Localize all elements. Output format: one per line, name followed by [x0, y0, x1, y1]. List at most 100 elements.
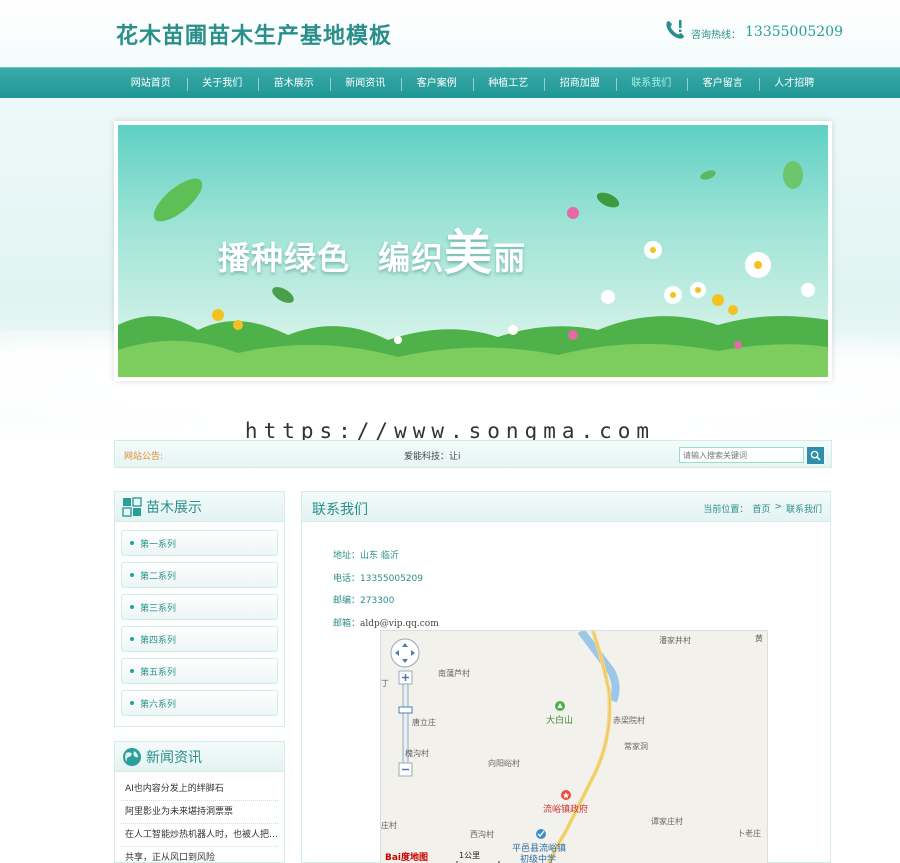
- hotline-label: 咨询热线：: [691, 29, 741, 41]
- product-item[interactable]: 第一系列: [121, 530, 278, 556]
- bullet-icon: [130, 541, 134, 545]
- map-label: 大白山: [546, 716, 574, 726]
- nav-item-about[interactable]: 关于我们: [186, 68, 259, 99]
- nav-item-home[interactable]: 网站首页: [115, 68, 187, 99]
- notice-text[interactable]: 爱能科技：让i: [404, 449, 461, 462]
- product-item-label: 第四系列: [140, 635, 177, 646]
- contact-info: 地址：山东 临沂 电话：13355005209 邮编：273300 邮箱：ald…: [333, 545, 439, 635]
- nav-item-news[interactable]: 新闻资讯: [329, 68, 402, 99]
- news-item[interactable]: 在人工智能炒热机器人时，也被人把…: [121, 824, 278, 847]
- globe-icon: [123, 747, 141, 766]
- contact-panel: 联系我们 当前位置： 首页 > 联系我们 地址：山东 临沂 电话：1335500…: [301, 491, 831, 863]
- slogan-part3: 丽: [493, 239, 527, 277]
- address-value: 山东 临沂: [360, 551, 399, 561]
- nav-item-message[interactable]: 客户留言: [687, 68, 759, 99]
- news-item[interactable]: AI也内容分发上的绊脚石: [121, 778, 278, 801]
- map-label: 槐沟村: [405, 749, 429, 758]
- map-label: 卜老庄: [737, 829, 761, 838]
- banner-slogan: 播种绿色 编织美丽: [218, 213, 526, 283]
- product-item-label: 第六系列: [140, 699, 177, 710]
- products-panel: 苗木展示 第一系列 第二系列 第三系列 第四系列 第五系列 第六系列: [114, 491, 285, 727]
- location-map[interactable]: 潘家井村 黄 南蒲芦村 大白山 赤梁院村 唐立庄 常家洞 槐沟村 向阳峪村 流峪…: [380, 630, 768, 863]
- map-label: 向阳峪村: [488, 759, 520, 768]
- notice-bar: 网站公告: 爱能科技：让i: [114, 440, 832, 468]
- banner: 播种绿色 编织美丽: [114, 121, 832, 381]
- email-value[interactable]: aldp@vip.qq.com: [360, 619, 439, 629]
- breadcrumb-label: 当前位置：: [703, 505, 749, 515]
- zip-label: 邮编：: [333, 596, 361, 606]
- notice-label: 网站公告:: [124, 452, 164, 462]
- contact-panel-header: 联系我们 当前位置： 首页 > 联系我们: [302, 492, 830, 522]
- email-label: 邮箱：: [333, 618, 361, 629]
- breadcrumb-separator: >: [774, 502, 782, 512]
- nav-item-jobs[interactable]: 人才招聘: [758, 68, 831, 99]
- bullet-icon: [130, 605, 134, 609]
- product-item-label: 第一系列: [140, 539, 177, 550]
- phone-row: 电话：13355005209: [333, 568, 439, 591]
- address-row: 地址：山东 临沂: [333, 545, 439, 568]
- search-box: [679, 447, 824, 464]
- site-logo[interactable]: 花木苗圃苗木生产基地模板: [116, 18, 392, 50]
- slogan-big: 美: [444, 225, 494, 281]
- news-item[interactable]: 阿里影业为未来堪持洞票票: [121, 801, 278, 824]
- product-item-label: 第五系列: [140, 667, 177, 678]
- search-button[interactable]: [807, 447, 824, 464]
- map-graphics: [390, 631, 620, 863]
- product-item-label: 第二系列: [140, 571, 177, 582]
- bullet-icon: [130, 701, 134, 705]
- map-label: 流峪镇政府: [543, 805, 589, 815]
- page-title: 联系我们: [312, 502, 368, 518]
- product-item-label: 第三系列: [140, 603, 177, 614]
- slogan-part1: 播种绿色: [218, 239, 351, 277]
- map-label: 庄村: [381, 821, 397, 830]
- breadcrumb: 当前位置： 首页 > 联系我们: [703, 502, 822, 515]
- product-item[interactable]: 第四系列: [121, 626, 278, 652]
- map-label: 初级中学: [520, 855, 557, 863]
- slogan-part2: 编织: [378, 239, 445, 277]
- map-label: 西沟村: [470, 830, 494, 839]
- products-panel-header: 苗木展示: [115, 492, 284, 522]
- bullet-icon: [130, 669, 134, 673]
- products-panel-title: 苗木展示: [146, 499, 202, 516]
- search-input[interactable]: [679, 447, 804, 463]
- breadcrumb-home[interactable]: 首页: [752, 502, 770, 515]
- map-label: 潘家井村: [659, 636, 691, 645]
- nav-item-products[interactable]: 苗木展示: [258, 68, 330, 99]
- zip-value: 273300: [360, 596, 395, 606]
- news-item[interactable]: 共享，正从风口到风险: [121, 847, 278, 863]
- phone-label: 电话：: [333, 573, 361, 584]
- map-label: 常家洞: [624, 742, 648, 751]
- news-panel-header: 新闻资讯: [115, 742, 284, 772]
- grid-icon: [122, 496, 142, 517]
- news-panel-title: 新闻资讯: [146, 749, 202, 766]
- nav-item-cases[interactable]: 客户案例: [401, 68, 473, 99]
- phone-value: 13355005209: [360, 573, 424, 584]
- search-icon: [810, 450, 821, 461]
- news-list: AI也内容分发上的绊脚石 阿里影业为未来堪持洞票票 在人工智能炒热机器人时，也被…: [115, 772, 284, 863]
- product-item[interactable]: 第二系列: [121, 562, 278, 588]
- main-nav: 网站首页 关于我们 苗木展示 新闻资讯 客户案例 种植工艺 招商加盟 联系我们 …: [0, 67, 900, 98]
- product-item[interactable]: 第六系列: [121, 690, 278, 716]
- product-list: 第一系列 第二系列 第三系列 第四系列 第五系列 第六系列: [115, 522, 284, 728]
- product-item[interactable]: 第三系列: [121, 594, 278, 620]
- map-scale-label: 1公里: [459, 851, 481, 860]
- news-panel: 新闻资讯 AI也内容分发上的绊脚石 阿里影业为未来堪持洞票票 在人工智能炒热机器…: [114, 741, 285, 863]
- breadcrumb-current[interactable]: 联系我们: [786, 502, 822, 515]
- nav-item-contact[interactable]: 联系我们: [615, 68, 688, 99]
- hotline-number: 13355005209: [745, 24, 843, 40]
- nav-item-craft[interactable]: 种植工艺: [472, 68, 545, 99]
- baidu-map-logo[interactable]: Bai度地图: [385, 850, 428, 863]
- bullet-icon: [130, 573, 134, 577]
- map-label: 丁: [381, 679, 389, 688]
- product-item[interactable]: 第五系列: [121, 658, 278, 684]
- map-label: 南蒲芦村: [438, 669, 470, 678]
- hotline: 咨询热线： 13355005209: [663, 18, 843, 42]
- header: 花木苗圃苗木生产基地模板 咨询热线： 13355005209: [0, 0, 900, 67]
- map-label: 黄: [755, 634, 763, 643]
- map-label: 唐立庄: [412, 718, 436, 727]
- zip-row: 邮编：273300: [333, 590, 439, 613]
- banner-image: 播种绿色 编织美丽: [118, 125, 828, 377]
- nav-item-join[interactable]: 招商加盟: [544, 68, 616, 99]
- map-label: 谭家庄村: [651, 817, 683, 826]
- map-label: 赤梁院村: [613, 716, 645, 725]
